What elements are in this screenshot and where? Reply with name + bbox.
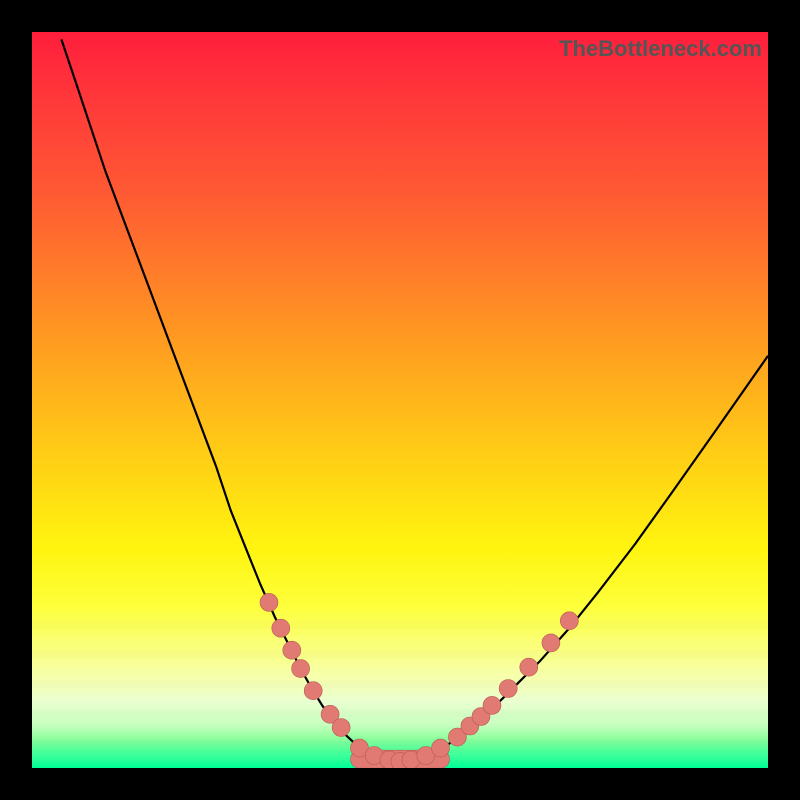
sample-dot-left — [283, 641, 301, 659]
sample-dot-right — [483, 696, 501, 714]
sample-dot-right — [499, 680, 517, 698]
sample-dot-right — [542, 634, 560, 652]
sample-dot-left — [332, 719, 350, 737]
sample-dot-left — [272, 619, 290, 637]
sample-dot-right — [520, 658, 538, 676]
sample-dot-left — [304, 682, 322, 700]
bottleneck-chart — [32, 32, 768, 768]
sample-dot-right — [560, 612, 578, 630]
sample-dot-bottom — [432, 739, 450, 757]
sample-dot-left — [260, 593, 278, 611]
sample-dot-left — [292, 660, 310, 678]
bottleneck-curve — [61, 39, 768, 762]
